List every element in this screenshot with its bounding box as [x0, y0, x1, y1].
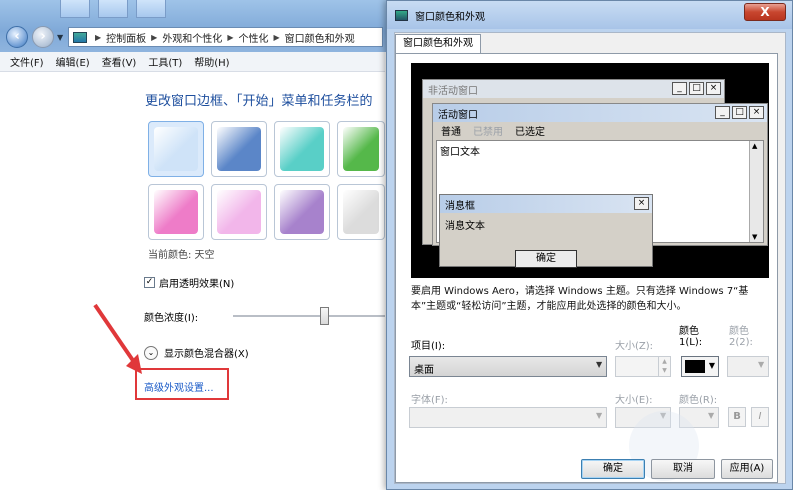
bold-button[interactable]: B [728, 407, 746, 427]
color-swatch[interactable] [274, 121, 330, 177]
menu-tools[interactable]: 工具(T) [148, 54, 182, 69]
breadcrumb-item[interactable]: 个性化 [238, 30, 268, 45]
color-swatch[interactable] [337, 121, 385, 177]
tab-window-color[interactable]: 窗口颜色和外观 [395, 34, 481, 54]
window-color-dialog: 窗口颜色和外观 X 窗口颜色和外观 非活动窗口 _ □ × 活动窗口 _ □ × 普通 … [386, 0, 793, 490]
font-size-label: 大小(E): [615, 395, 653, 406]
preview-message-title: 消息框 [445, 200, 475, 212]
menu-bar: 文件(F) 编辑(E) 查看(V) 工具(T) 帮助(H) [0, 52, 385, 72]
item-label: 项目(I): [411, 341, 446, 352]
italic-button[interactable]: I [751, 407, 769, 427]
page-title: 更改窗口边框、「开始」菜单和任务栏的 [145, 94, 373, 109]
chevron-down-icon[interactable]: ▼ [596, 411, 604, 420]
aero-note: 要启用 Windows Aero，请选择 Windows 主题。只有选择 Win… [411, 286, 749, 312]
item-select[interactable]: 桌面 ▼ [409, 356, 607, 377]
color-mixer-label: 显示颜色混合器(X) [164, 349, 249, 360]
preview-message-box[interactable]: 消息框 × 消息文本 确定 [439, 194, 653, 268]
preview-menu-disabled[interactable]: 已禁用 [473, 123, 503, 138]
current-color-label: 当前颜色: 天空 [148, 250, 215, 261]
dialog-title-bar[interactable]: 窗口颜色和外观 X [387, 1, 792, 29]
preview-active-title: 活动窗口 [438, 109, 478, 121]
color-swatch[interactable] [211, 121, 267, 177]
size-label: 大小(Z): [615, 341, 654, 352]
maximize-icon[interactable]: □ [732, 106, 747, 119]
font-color-label: 颜色(R): [679, 395, 718, 406]
breadcrumb-item[interactable]: 控制面板 [106, 30, 146, 45]
cancel-button[interactable]: 取消 [651, 459, 715, 479]
dialog-app-icon [395, 9, 408, 21]
advanced-appearance-link[interactable]: 高级外观设置... [144, 379, 214, 394]
font-label: 字体(F): [411, 395, 448, 406]
preview-message-text: 消息文本 [445, 221, 485, 232]
color-swatch[interactable] [274, 184, 330, 240]
breadcrumb-item[interactable]: 窗口颜色和外观 [285, 30, 355, 45]
breadcrumb-separator-icon: ▶ [95, 32, 102, 42]
font-select[interactable]: ▼ [409, 407, 607, 428]
preview-menu-selected[interactable]: 已选定 [515, 123, 545, 138]
chevron-down-icon[interactable]: ▼ [709, 361, 715, 370]
color1-label: 颜色 [679, 326, 699, 337]
intensity-slider-thumb[interactable] [320, 307, 330, 325]
address-bar[interactable]: ▶ 控制面板 ▶ 外观和个性化 ▶ 个性化 ▶ 窗口颜色和外观 [68, 27, 383, 47]
chevron-down-icon[interactable]: ▼ [596, 360, 604, 369]
scroll-up-icon[interactable]: ▲ [752, 142, 757, 150]
back-button[interactable]: ‹ [6, 26, 28, 48]
transparency-checkbox[interactable]: ✓ [144, 277, 155, 288]
color-swatch[interactable] [148, 184, 204, 240]
close-icon[interactable]: × [749, 106, 764, 119]
close-icon[interactable]: × [634, 197, 649, 210]
breadcrumb-separator-icon: ▶ [227, 32, 234, 42]
color-swatch[interactable] [337, 184, 385, 240]
scroll-down-icon[interactable]: ▼ [752, 233, 757, 241]
menu-help[interactable]: 帮助(H) [194, 54, 229, 69]
color2-label: 颜色 [729, 326, 749, 337]
color1-picker[interactable]: ▼ [681, 356, 719, 377]
close-icon[interactable]: × [706, 82, 721, 95]
color-swatch[interactable] [211, 184, 267, 240]
minimize-icon[interactable]: _ [715, 106, 730, 119]
dialog-title: 窗口颜色和外观 [415, 11, 485, 23]
preview-menu-bar: 普通 已禁用 已选定 [433, 122, 767, 138]
chevron-down-icon[interactable]: ▼ [708, 411, 716, 420]
color2-label-suffix: 2(2): [729, 337, 753, 348]
preview-inactive-title-bar[interactable]: 非活动窗口 _ □ × [423, 80, 724, 98]
menu-file[interactable]: 文件(F) [10, 54, 44, 69]
breadcrumb-separator-icon: ▶ [273, 32, 280, 42]
intensity-slider-track[interactable] [233, 315, 385, 317]
preview-scrollbar[interactable]: ▲ ▼ [749, 141, 763, 242]
breadcrumb-item[interactable]: 外观和个性化 [162, 30, 222, 45]
appearance-preview[interactable]: 非活动窗口 _ □ × 活动窗口 _ □ × 普通 已禁用 已选定 窗口文本 ▲ ▼ 消息… [411, 63, 769, 278]
item-size-spinner[interactable]: ▲ ▼ [615, 356, 671, 377]
preview-menu-normal[interactable]: 普通 [441, 123, 461, 138]
color-mixer-toggle[interactable]: ⌄ 显示颜色混合器(X) [144, 345, 249, 360]
minimize-icon[interactable]: _ [672, 82, 687, 95]
preview-message-title-bar[interactable]: 消息框 × [440, 195, 652, 213]
spinner-arrows-icon[interactable]: ▲ ▼ [658, 357, 670, 376]
decorative-banner [60, 0, 250, 18]
color2-picker[interactable]: ▼ [727, 356, 769, 377]
item-select-value: 桌面 [414, 365, 434, 376]
apply-button[interactable]: 应用(A) [721, 459, 773, 479]
history-dropdown-icon[interactable]: ▼ [57, 33, 63, 42]
intensity-label: 颜色浓度(I): [144, 313, 199, 324]
menu-edit[interactable]: 编辑(E) [56, 54, 90, 69]
breadcrumb-separator-icon: ▶ [151, 32, 158, 42]
forward-button[interactable]: › [32, 26, 54, 48]
control-panel-icon [73, 31, 87, 43]
menu-view[interactable]: 查看(V) [102, 54, 137, 69]
preview-active-title-bar[interactable]: 活动窗口 _ □ × [433, 104, 767, 122]
preview-inactive-title: 非活动窗口 [428, 85, 478, 97]
maximize-icon[interactable]: □ [689, 82, 704, 95]
close-button[interactable]: X [744, 3, 786, 21]
transparency-label: 启用透明效果(N) [159, 279, 235, 290]
color1-swatch [685, 360, 705, 373]
color1-label-suffix: 1(L): [679, 337, 703, 348]
chevron-down-icon[interactable]: ▼ [758, 360, 766, 369]
color-swatch[interactable] [148, 121, 204, 177]
preview-ok-button[interactable]: 确定 [515, 250, 577, 268]
transparency-checkbox-row[interactable]: ✓ 启用透明效果(N) [144, 275, 234, 290]
preview-window-text: 窗口文本 [440, 147, 480, 158]
ok-button[interactable]: 确定 [581, 459, 645, 479]
